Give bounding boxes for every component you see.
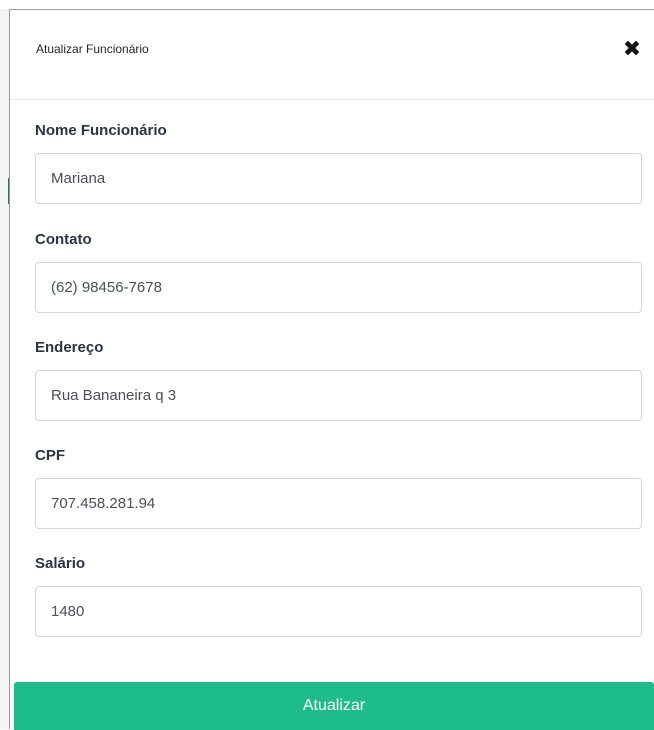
modal-title: Atualizar Funcionário (36, 42, 149, 56)
cpf-input[interactable] (35, 478, 642, 529)
form-group-name: Nome Funcionário (35, 122, 642, 204)
address-label: Endereço (35, 339, 104, 356)
background-top-strip (0, 0, 654, 9)
contact-input[interactable] (35, 262, 642, 313)
form-group-salary: Salário (35, 555, 642, 637)
salary-input[interactable] (35, 586, 642, 637)
form-group-cpf: CPF (35, 447, 642, 529)
cpf-label: CPF (35, 447, 65, 464)
form-group-address: Endereço (35, 339, 642, 421)
update-button[interactable]: Atualizar (14, 682, 654, 730)
close-icon[interactable]: ✖ (620, 36, 644, 62)
name-input[interactable] (35, 153, 642, 204)
salary-label: Salário (35, 555, 86, 572)
name-label: Nome Funcionário (35, 122, 167, 139)
address-input[interactable] (35, 370, 642, 421)
update-employee-modal: Atualizar Funcionário ✖ Nome Funcionário… (9, 9, 654, 730)
form-group-contact: Contato (35, 231, 642, 313)
contact-label: Contato (35, 231, 92, 248)
modal-header: Atualizar Funcionário ✖ (10, 10, 654, 100)
